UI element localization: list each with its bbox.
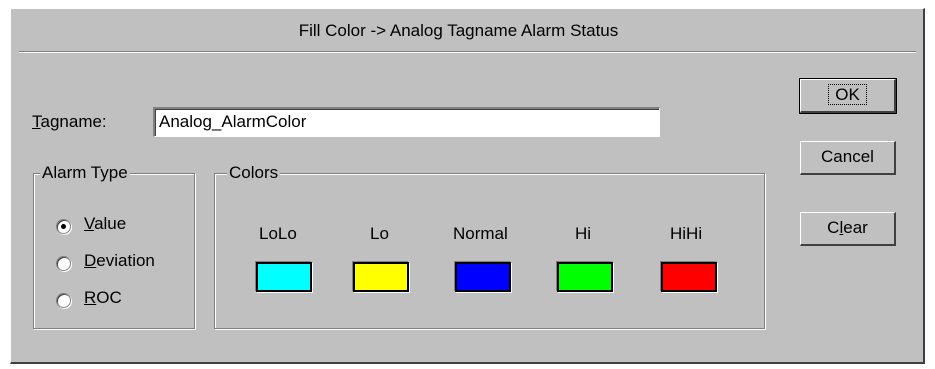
color-label-lo: Lo xyxy=(370,224,389,243)
radio-roc[interactable] xyxy=(56,293,71,308)
color-label-hi: Hi xyxy=(575,224,592,243)
radio-deviation-label[interactable]: Deviation xyxy=(84,251,155,271)
colors-group: Colors LoLo Lo Normal Hi HiHi xyxy=(214,163,765,329)
ok-button[interactable]: OK xyxy=(799,78,897,114)
radio-roc-label[interactable]: ROC xyxy=(84,288,122,308)
tagname-input[interactable]: Analog_AlarmColor xyxy=(153,107,660,137)
color-swatch-lo[interactable] xyxy=(353,262,409,292)
color-swatch-hi[interactable] xyxy=(557,262,613,292)
color-label-normal: Normal xyxy=(453,224,508,243)
color-swatch-hihi[interactable] xyxy=(661,262,717,292)
color-swatch-lolo[interactable] xyxy=(256,262,312,292)
radio-deviation[interactable] xyxy=(56,256,71,271)
tagname-label: Tagname: xyxy=(32,112,107,131)
color-label-lolo: LoLo xyxy=(259,224,297,243)
radio-value-label[interactable]: Value xyxy=(84,214,126,234)
alarm-type-group-title: Alarm Type xyxy=(40,163,130,183)
color-label-hihi: HiHi xyxy=(670,224,703,243)
alarm-type-group: Alarm Type Value Deviation ROC xyxy=(33,163,195,329)
cancel-button[interactable]: Cancel xyxy=(800,141,896,175)
dialog-title: Fill Color -> Analog Tagname Alarm Statu… xyxy=(298,21,619,40)
colors-group-title: Colors xyxy=(227,163,281,183)
dialog-window: Fill Color -> Analog Tagname Alarm Statu… xyxy=(10,8,925,364)
title-separator xyxy=(19,51,916,53)
clear-button[interactable]: Clear xyxy=(800,212,896,246)
radio-value[interactable] xyxy=(56,219,71,234)
color-swatch-normal[interactable] xyxy=(455,262,511,292)
